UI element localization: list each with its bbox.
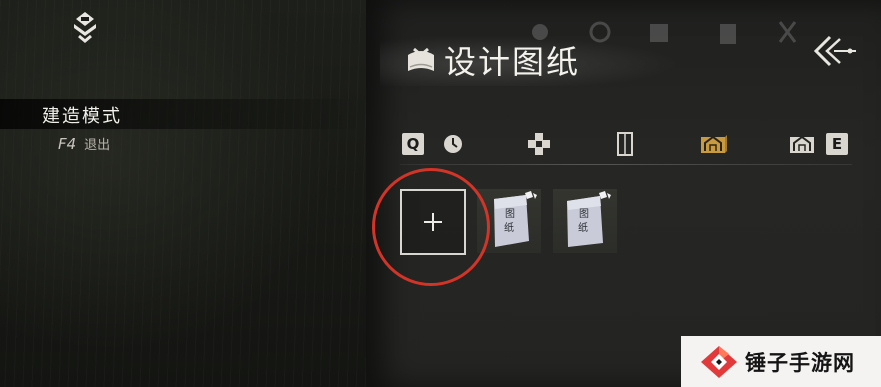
panel-title: 设计图纸 xyxy=(444,43,581,81)
watermark-logo-icon xyxy=(701,345,737,378)
blueprint-paper-icon: 图 纸 xyxy=(494,191,537,247)
add-blueprint-button[interactable] xyxy=(400,189,466,255)
blueprint-label-2: 纸 xyxy=(504,221,514,234)
back-arrow-icon[interactable] xyxy=(810,33,860,69)
door-icon[interactable] xyxy=(612,131,638,157)
watermark-text: 锤子手游网 xyxy=(745,350,855,375)
blueprint-paper-icon: 图 纸 xyxy=(567,191,611,247)
clock-icon[interactable] xyxy=(440,131,466,157)
category-tabbar: Q E xyxy=(400,129,855,165)
blueprint-slot[interactable]: 图 纸 xyxy=(553,189,617,253)
exit-hint[interactable]: F4 退出 xyxy=(58,134,110,153)
plus-icon xyxy=(424,213,442,231)
cross-tile-icon[interactable] xyxy=(526,131,552,157)
tab-underline xyxy=(400,164,852,165)
game-emblem-icon xyxy=(74,12,96,43)
blueprint-slot[interactable]: 图 纸 xyxy=(477,189,541,253)
build-mode-header: 建造模式 xyxy=(0,99,365,129)
prev-tab-key[interactable]: Q xyxy=(402,133,424,155)
blueprint-label-1: 图 xyxy=(579,208,589,220)
build-mode-title: 建造模式 xyxy=(42,106,122,127)
house-blueprint-outline-icon[interactable] xyxy=(788,131,818,157)
blueprint-label-1: 图 xyxy=(505,208,515,220)
exit-label: 退出 xyxy=(84,138,111,153)
blueprint-label-2: 纸 xyxy=(578,221,588,234)
house-blueprint-icon[interactable] xyxy=(699,131,729,157)
watermark-badge: 锤子手游网 xyxy=(681,336,881,387)
blueprint-scroll-icon xyxy=(408,47,434,71)
next-tab-key[interactable]: E xyxy=(826,133,848,155)
panel-header: 设计图纸 xyxy=(402,38,580,82)
left-background xyxy=(0,0,370,387)
exit-key: F4 xyxy=(58,135,77,153)
